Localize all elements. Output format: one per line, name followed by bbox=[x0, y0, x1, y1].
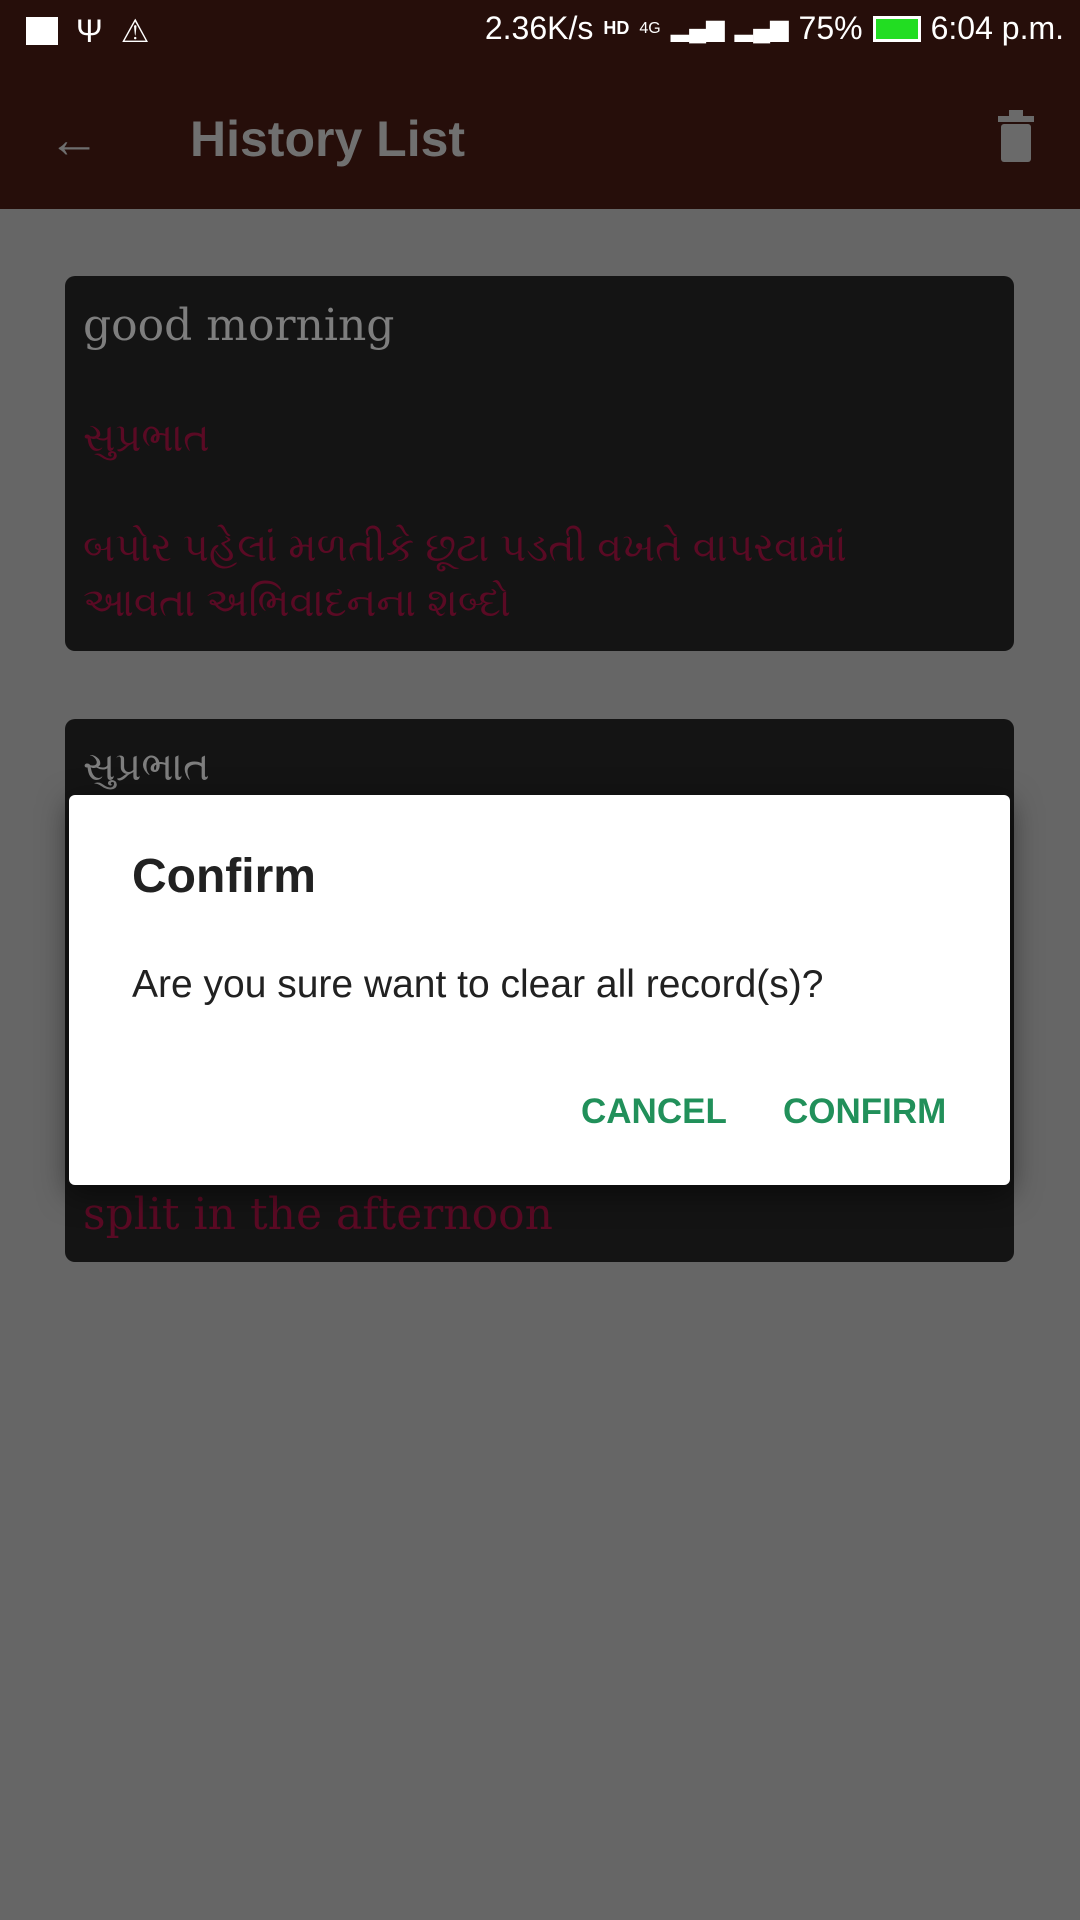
app-bar: ← History List bbox=[0, 62, 1080, 209]
network-type: 4G bbox=[639, 19, 661, 37]
confirm-dialog: Confirm Are you sure want to clear all r… bbox=[69, 795, 1010, 1185]
cancel-button[interactable]: CANCEL bbox=[581, 1092, 727, 1132]
usb-icon: Ψ bbox=[76, 12, 103, 49]
dialog-message: Are you sure want to clear all record(s)… bbox=[132, 963, 824, 1006]
status-bar: Ψ ⚠ 2.36K/s HD 4G ▂▄▆ ▂▄▆ 75% 6:04 p.m. bbox=[0, 0, 1080, 62]
battery-level: 75% bbox=[798, 10, 863, 46]
page-title: History List bbox=[190, 111, 466, 167]
signal-icon: ▂▄▆ bbox=[670, 15, 725, 42]
net-speed: 2.36K/s bbox=[484, 10, 594, 46]
arrow-left-icon[interactable]: ← bbox=[48, 110, 100, 170]
signal-icon: ▂▄▆ bbox=[734, 15, 789, 42]
confirm-button[interactable]: CONFIRM bbox=[783, 1092, 946, 1132]
trash-icon[interactable] bbox=[996, 110, 1036, 167]
image-icon bbox=[26, 17, 58, 45]
dialog-title: Confirm bbox=[132, 850, 316, 903]
hd-call-icon: HD bbox=[603, 18, 630, 38]
battery-icon bbox=[872, 15, 921, 42]
clock: 6:04 p.m. bbox=[930, 10, 1064, 46]
warning-icon: ⚠ bbox=[120, 13, 150, 49]
